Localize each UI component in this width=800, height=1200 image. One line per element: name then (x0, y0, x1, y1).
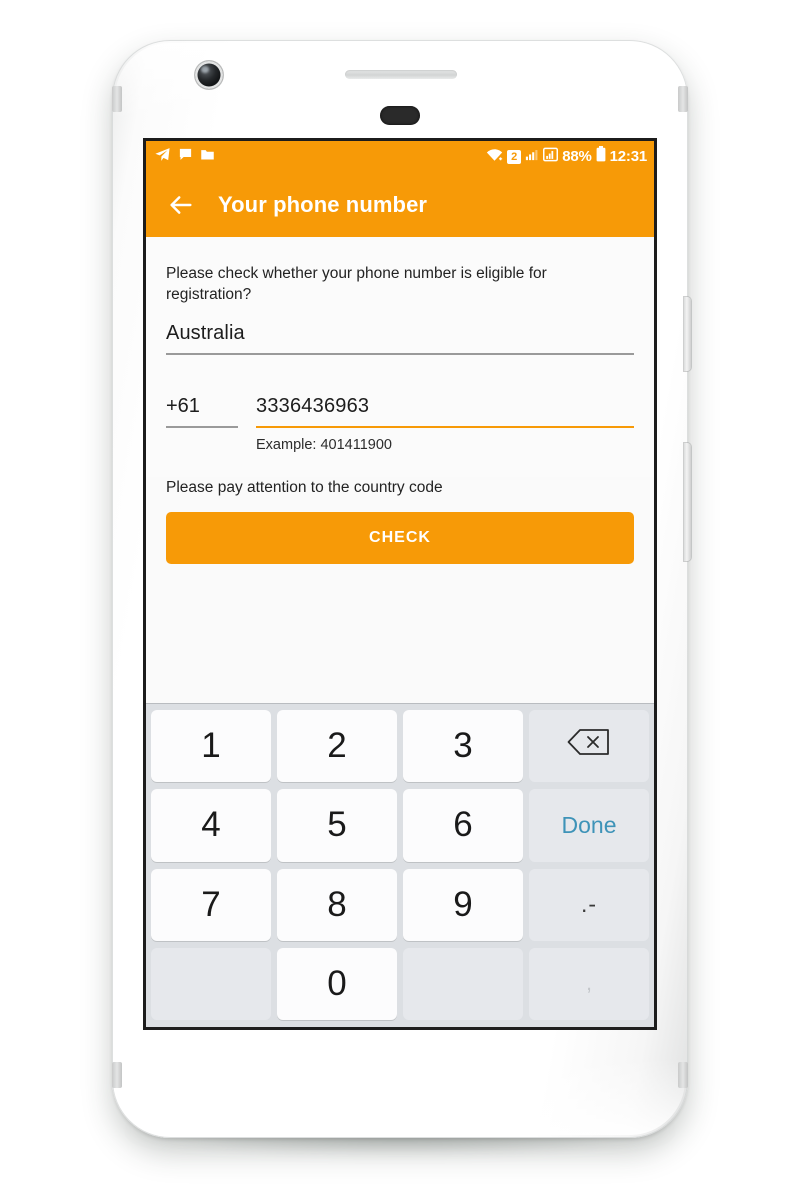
key-5[interactable]: 5 (277, 789, 397, 862)
status-bar: 2 88% 12:31 (146, 141, 654, 172)
country-code-value: +61 (166, 395, 200, 418)
key-4[interactable]: 4 (151, 789, 271, 862)
keyboard-row: 1 2 3 (151, 710, 649, 783)
key-1[interactable]: 1 (151, 710, 271, 783)
key-0[interactable]: 0 (277, 947, 397, 1020)
phone-number-field[interactable]: 3336436963 (256, 395, 634, 428)
country-code-note: Please pay attention to the country code (166, 478, 443, 496)
phone-input-row: +61 3336436963 (166, 395, 634, 428)
antenna-band-top-left (112, 86, 122, 112)
antenna-band-bottom-left (112, 1062, 122, 1088)
key-7[interactable]: 7 (151, 868, 271, 941)
status-bar-system: 2 88% 12:31 (486, 146, 647, 167)
key-dot-dash[interactable]: .- (529, 868, 649, 941)
country-value: Australia (166, 322, 245, 345)
app-bar: Your phone number (146, 172, 654, 237)
antenna-band-bottom-right (678, 1062, 688, 1088)
key-done[interactable]: Done (529, 789, 649, 862)
key-backspace[interactable] (529, 710, 649, 783)
clock: 12:31 (609, 148, 648, 165)
key-8[interactable]: 8 (277, 868, 397, 941)
form-content: Please check whether your phone number i… (146, 237, 654, 564)
volume-button[interactable] (684, 443, 691, 561)
key-blank-right[interactable] (403, 947, 523, 1020)
power-button[interactable] (684, 297, 691, 371)
front-camera-icon (195, 61, 223, 89)
numeric-keyboard: 1 2 3 4 5 6 Done 7 8 9 .- 0 , (146, 703, 654, 1027)
key-9[interactable]: 9 (403, 868, 523, 941)
earpiece-speaker (345, 70, 457, 79)
country-code-underline (166, 426, 238, 428)
back-arrow-icon[interactable] (164, 188, 198, 222)
battery-percent: 88% (562, 148, 592, 165)
check-button[interactable]: CHECK (166, 511, 634, 564)
telegram-icon (154, 146, 171, 168)
phone-number-hint: Example: 401411900 (256, 436, 392, 453)
folder-icon (200, 147, 215, 167)
phone-number-value: 3336436963 (256, 394, 370, 417)
country-code-field[interactable]: +61 (166, 395, 238, 428)
battery-icon (596, 146, 606, 167)
message-icon (178, 147, 193, 167)
phone-screen: 2 88% 12:31 Your phone number Please che… (146, 141, 654, 1027)
sim-badge: 2 (507, 149, 522, 164)
key-3[interactable]: 3 (403, 710, 523, 783)
backspace-icon (566, 726, 612, 767)
country-field[interactable]: Australia (166, 322, 634, 355)
phone-hint-wrap: Example: 401411900 (166, 437, 634, 453)
key-6[interactable]: 6 (403, 789, 523, 862)
key-2[interactable]: 2 (277, 710, 397, 783)
signal-bars-filled-icon (543, 147, 559, 167)
prompt-text: Please check whether your phone number i… (166, 265, 547, 304)
phone-number-underline (256, 425, 634, 428)
wifi-icon (486, 147, 503, 167)
keyboard-row: 4 5 6 Done (151, 789, 649, 862)
country-underline (166, 353, 634, 355)
antenna-band-top-right (678, 86, 688, 112)
key-comma[interactable]: , (529, 947, 649, 1020)
page-title: Your phone number (218, 191, 428, 217)
keyboard-row: 0 , (151, 947, 649, 1020)
proximity-sensor (380, 106, 420, 125)
keyboard-row: 7 8 9 .- (151, 868, 649, 941)
phone-device: 2 88% 12:31 Your phone number Please che… (0, 0, 800, 1200)
signal-bars-icon (525, 147, 539, 166)
key-blank-left[interactable] (151, 947, 271, 1020)
status-bar-notifications (154, 146, 215, 168)
